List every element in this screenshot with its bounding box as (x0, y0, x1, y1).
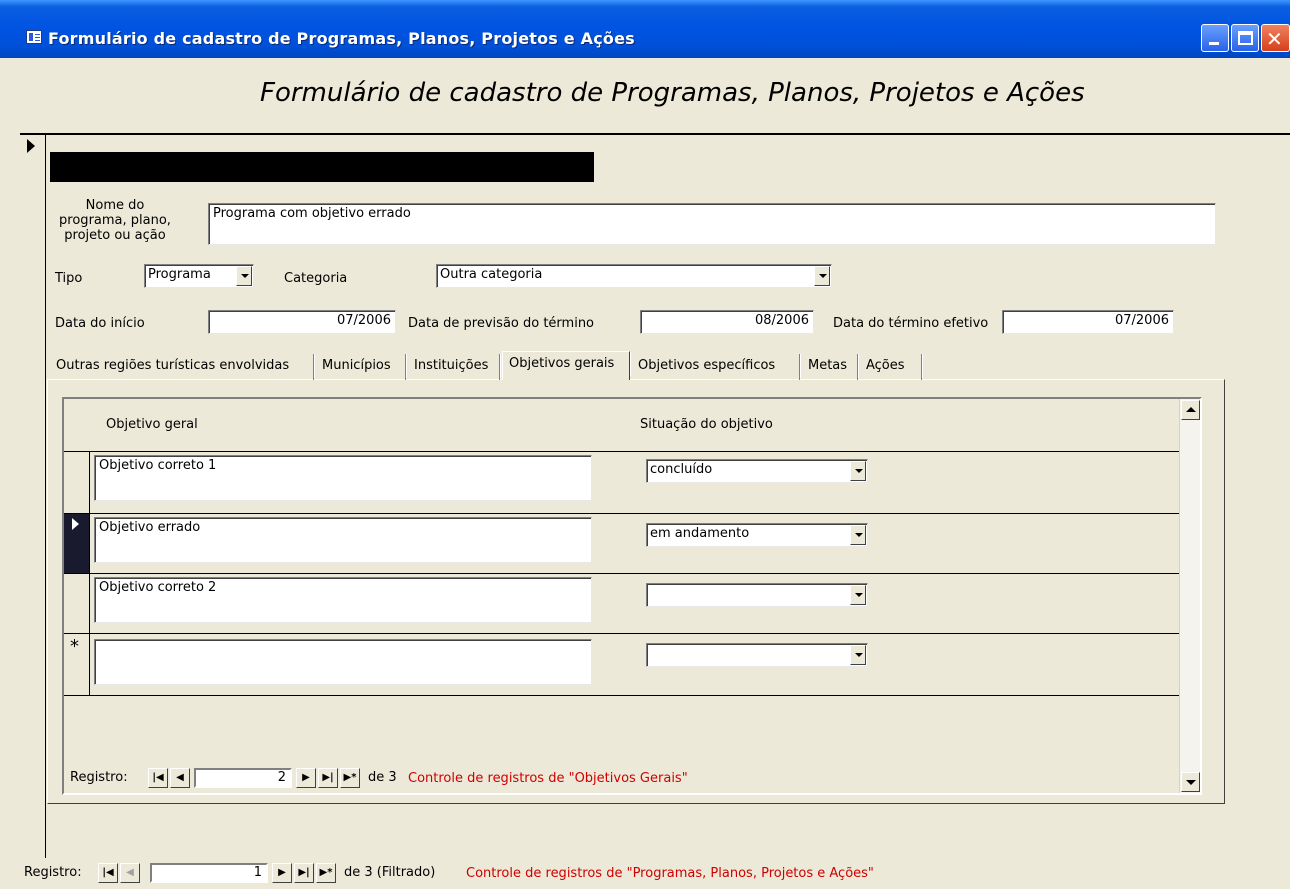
tab-objetivos-gerais[interactable]: Objetivos gerais (502, 351, 631, 380)
subform-scrollbar[interactable] (1179, 399, 1200, 793)
header-divider (20, 133, 1290, 135)
subform-record-navigator: Registro: |◀ ◀ 2 ▶ ▶| ▶* de 3 Controle d… (70, 767, 850, 789)
window-titlebar[interactable]: Formulário de cadastro de Programas, Pla… (0, 0, 1290, 58)
situacao-value: concluído (650, 462, 713, 477)
last-record-icon[interactable]: ▶| (318, 768, 338, 788)
tab-objetivos-especificos[interactable]: Objetivos específicos (632, 354, 801, 380)
scroll-up-icon[interactable] (1181, 400, 1200, 420)
situacao-select[interactable] (646, 583, 868, 607)
tab-metas[interactable]: Metas (802, 354, 859, 380)
categoria-value: Outra categoria (440, 267, 543, 282)
data-inicio-field[interactable]: 07/2006 (208, 310, 396, 334)
chevron-down-icon[interactable] (850, 525, 866, 545)
situacao-select[interactable] (646, 643, 868, 667)
form-icon (26, 30, 42, 44)
data-inicio-label: Data do início (55, 316, 145, 331)
objetivo-field[interactable] (94, 639, 592, 685)
row-selector-new[interactable]: * (64, 634, 90, 695)
data-previsao-field[interactable]: 08/2006 (640, 310, 814, 334)
situacao-select[interactable]: concluído (646, 459, 868, 483)
col-situacao-header: Situação do objetivo (640, 417, 773, 432)
data-termino-label: Data do término efetivo (833, 316, 989, 331)
objetivo-field[interactable]: Objetivo correto 2 (94, 577, 592, 623)
minimize-button[interactable] (1201, 24, 1229, 52)
current-row-arrow-icon (72, 518, 79, 530)
objetivos-gerais-subform: Objetivo geral Situação do objetivo Obje… (62, 397, 1202, 795)
nome-field[interactable]: Programa com objetivo errado (208, 203, 1216, 245)
tab-outras-regioes[interactable]: Outras regiões turísticas envolvidas (50, 354, 315, 380)
situacao-select[interactable]: em andamento (646, 523, 868, 547)
objetivo-field[interactable]: Objetivo correto 1 (94, 455, 592, 501)
subform-datasheet: Objetivo geral Situação do objetivo Obje… (64, 399, 1179, 793)
chevron-down-icon[interactable] (850, 461, 866, 481)
subform-nav-description: Controle de registros de "Objetivos Gera… (408, 771, 688, 786)
close-icon: ✕ (1266, 27, 1283, 51)
subform-current-record[interactable]: 2 (194, 768, 292, 788)
main-record-navigator: Registro: |◀ ◀ 1 ▶ ▶| ▶* de 3 (Filtrado)… (24, 862, 964, 884)
main-current-record[interactable]: 1 (150, 863, 268, 883)
tipo-value: Programa (148, 267, 211, 282)
first-record-icon[interactable]: |◀ (148, 768, 168, 788)
categoria-label: Categoria (284, 271, 348, 286)
maximize-button[interactable] (1231, 24, 1259, 52)
col-objetivo-header: Objetivo geral (106, 417, 198, 432)
main-record-count: de 3 (Filtrado) (344, 865, 436, 880)
new-record-star-icon: * (70, 636, 79, 657)
close-button[interactable]: ✕ (1261, 24, 1290, 52)
row-divider (64, 695, 1179, 696)
new-record-icon[interactable]: ▶* (316, 863, 336, 883)
form-heading: Formulário de cadastro de Programas, Pla… (260, 78, 1085, 108)
previous-record-icon[interactable]: ◀ (170, 768, 190, 788)
minimize-icon (1209, 42, 1219, 45)
subform-nav-label: Registro: (70, 770, 128, 785)
first-record-icon[interactable]: |◀ (98, 863, 118, 883)
row-selector-current[interactable] (64, 514, 90, 573)
main-record-selector[interactable] (20, 135, 46, 858)
scroll-down-icon[interactable] (1181, 772, 1200, 792)
previous-record-icon[interactable]: ◀ (120, 863, 140, 883)
window-title: Formulário de cadastro de Programas, Pla… (48, 29, 635, 48)
data-previsao-label: Data de previsão do término (408, 316, 595, 331)
row-selector[interactable] (64, 574, 90, 633)
tab-instituicoes[interactable]: Instituições (408, 354, 501, 380)
categoria-select[interactable]: Outra categoria (436, 264, 832, 288)
next-record-icon[interactable]: ▶ (296, 768, 316, 788)
tab-acoes[interactable]: Ações (860, 354, 923, 380)
tab-municipios[interactable]: Municípios (316, 354, 407, 380)
maximize-icon (1238, 31, 1253, 45)
row-divider (64, 513, 1179, 514)
row-selector[interactable] (64, 452, 90, 513)
main-nav-description: Controle de registros de "Programas, Pla… (466, 866, 874, 881)
subform-record-count: de 3 (368, 770, 397, 785)
tipo-label: Tipo (55, 271, 83, 286)
current-record-arrow-icon (27, 139, 35, 153)
row-divider (64, 573, 1179, 574)
chevron-down-icon[interactable] (236, 266, 252, 286)
chevron-down-icon[interactable] (850, 645, 866, 665)
objetivo-field[interactable]: Objetivo errado (94, 517, 592, 563)
nome-label: Nome do programa, plano, projeto ou ação (59, 198, 171, 243)
new-record-icon[interactable]: ▶* (340, 768, 360, 788)
situacao-value: em andamento (650, 526, 750, 541)
main-nav-label: Registro: (24, 865, 82, 880)
last-record-icon[interactable]: ▶| (294, 863, 314, 883)
row-divider (64, 451, 1179, 452)
redacted-bar (50, 152, 594, 182)
data-termino-field[interactable]: 07/2006 (1002, 310, 1174, 334)
chevron-down-icon[interactable] (814, 266, 830, 286)
row-divider (64, 633, 1179, 634)
chevron-down-icon[interactable] (850, 585, 866, 605)
next-record-icon[interactable]: ▶ (272, 863, 292, 883)
tipo-select[interactable]: Programa (144, 264, 254, 288)
